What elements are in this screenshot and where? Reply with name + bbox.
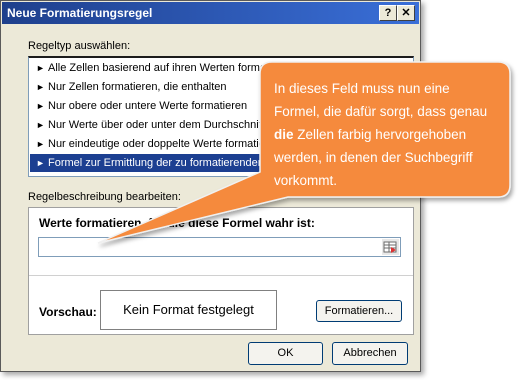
- callout-text-bold: die: [274, 127, 294, 142]
- callout-text-part: Zellen farbig hervorgehoben werden, in d…: [274, 127, 473, 188]
- callout-text-part: In dieses Feld muss nun eine Formel, die…: [274, 81, 488, 119]
- callout-text: In dieses Feld muss nun eine Formel, die…: [274, 77, 494, 192]
